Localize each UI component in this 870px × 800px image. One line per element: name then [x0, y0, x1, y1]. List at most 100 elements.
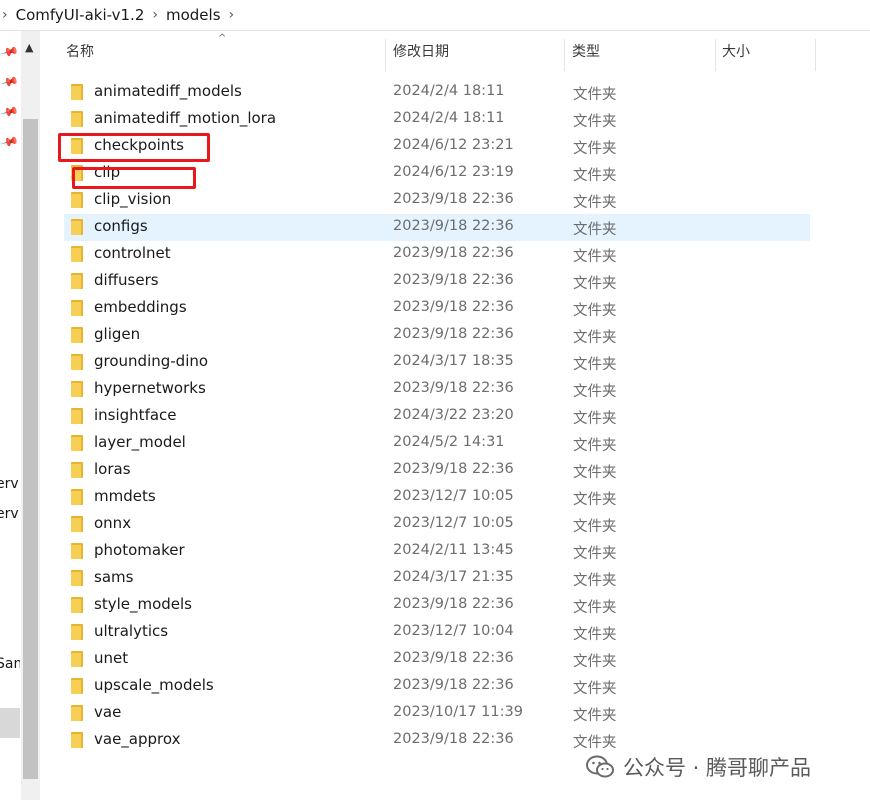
pin-icon[interactable]: 📌	[0, 72, 19, 92]
breadcrumb-item-comfyui[interactable]: ComfyUI-aki-v1.2	[14, 6, 147, 24]
table-row[interactable]: upscale_models 2023/9/18 22:36 文件夹	[40, 673, 870, 700]
folder-icon	[71, 732, 83, 748]
column-divider[interactable]	[385, 39, 386, 71]
column-divider[interactable]	[564, 39, 565, 71]
folder-icon	[71, 273, 83, 289]
row-date: 2024/5/2 14:31	[393, 434, 505, 450]
column-name[interactable]: 名称	[66, 31, 94, 71]
table-row[interactable]: vae 2023/10/17 11:39 文件夹	[40, 700, 870, 727]
table-row[interactable]: sams 2024/3/17 21:35 文件夹	[40, 565, 870, 592]
row-type: 文件夹	[573, 519, 617, 535]
chevron-right-icon[interactable]: ›	[152, 7, 158, 23]
scroll-up-arrow-icon[interactable]: ▲	[25, 41, 33, 54]
highlight-box-clip	[72, 167, 196, 189]
table-row[interactable]: animatediff_models 2024/2/4 18:11 文件夹	[40, 79, 870, 106]
row-name[interactable]: diffusers	[94, 271, 159, 289]
folder-icon	[71, 651, 83, 667]
row-name[interactable]: animatediff_motion_lora	[94, 109, 276, 127]
row-type: 文件夹	[573, 465, 617, 481]
row-date: 2024/6/12 23:19	[393, 164, 514, 180]
table-row[interactable]: ultralytics 2023/12/7 10:04 文件夹	[40, 619, 870, 646]
row-name[interactable]: upscale_models	[94, 676, 214, 694]
row-type: 文件夹	[573, 627, 617, 643]
table-row[interactable]: style_models 2023/9/18 22:36 文件夹	[40, 592, 870, 619]
table-row[interactable]: configs 2023/9/18 22:36 文件夹	[40, 214, 870, 241]
row-type: 文件夹	[573, 438, 617, 454]
chevron-right-icon[interactable]: ›	[2, 7, 8, 23]
row-name[interactable]: sams	[94, 568, 133, 586]
folder-icon	[71, 246, 83, 262]
row-name[interactable]: ultralytics	[94, 622, 168, 640]
row-date: 2024/2/11 13:45	[393, 542, 514, 558]
row-date: 2024/3/22 23:20	[393, 407, 514, 423]
vertical-scrollbar[interactable]: ▲	[21, 31, 40, 800]
table-row[interactable]: grounding-dino 2024/3/17 18:35 文件夹	[40, 349, 870, 376]
row-date: 2024/2/4 18:11	[393, 83, 505, 99]
table-row[interactable]: animatediff_motion_lora 2024/2/4 18:11 文件夹	[40, 106, 870, 133]
row-type: 文件夹	[573, 492, 617, 508]
chevron-right-icon[interactable]: ›	[229, 7, 235, 23]
folder-icon	[71, 354, 83, 370]
pin-icon[interactable]: 📌	[0, 102, 19, 122]
nav-item-label[interactable]: erv	[0, 506, 19, 522]
row-name[interactable]: unet	[94, 649, 128, 667]
row-name[interactable]: mmdets	[94, 487, 156, 505]
table-row[interactable]: hypernetworks 2023/9/18 22:36 文件夹	[40, 376, 870, 403]
row-type: 文件夹	[573, 303, 617, 319]
row-name[interactable]: onnx	[94, 514, 131, 532]
nav-selected-item[interactable]	[0, 708, 20, 738]
row-name[interactable]: embeddings	[94, 298, 187, 316]
table-row[interactable]: insightface 2024/3/22 23:20 文件夹	[40, 403, 870, 430]
folder-icon	[71, 624, 83, 640]
nav-item-label[interactable]: Sam	[0, 656, 20, 672]
folder-icon	[71, 516, 83, 532]
row-date: 2023/9/18 22:36	[393, 650, 514, 666]
row-name[interactable]: vae_approx	[94, 730, 180, 748]
folder-icon	[71, 408, 83, 424]
column-date[interactable]: 修改日期	[393, 31, 449, 71]
row-name[interactable]: insightface	[94, 406, 177, 424]
row-name[interactable]: loras	[94, 460, 131, 478]
table-row[interactable]: onnx 2023/12/7 10:05 文件夹	[40, 511, 870, 538]
table-row[interactable]: diffusers 2023/9/18 22:36 文件夹	[40, 268, 870, 295]
pin-icon[interactable]: 📌	[0, 42, 19, 62]
table-row[interactable]: layer_model 2024/5/2 14:31 文件夹	[40, 430, 870, 457]
breadcrumb-item-models[interactable]: models	[164, 6, 223, 24]
row-name[interactable]: style_models	[94, 595, 192, 613]
row-type: 文件夹	[573, 330, 617, 346]
row-date: 2023/12/7 10:04	[393, 623, 514, 639]
row-date: 2024/2/4 18:11	[393, 110, 505, 126]
column-divider[interactable]	[815, 39, 816, 71]
row-name[interactable]: animatediff_models	[94, 82, 242, 100]
folder-icon	[71, 705, 83, 721]
column-size[interactable]: 大小	[722, 31, 750, 71]
table-row[interactable]: mmdets 2023/12/7 10:05 文件夹	[40, 484, 870, 511]
pin-icon[interactable]: 📌	[0, 132, 19, 152]
row-name[interactable]: vae	[94, 703, 121, 721]
row-name[interactable]: hypernetworks	[94, 379, 206, 397]
row-date: 2024/3/17 21:35	[393, 569, 514, 585]
nav-item-label[interactable]: erv	[0, 476, 19, 492]
table-row[interactable]: loras 2023/9/18 22:36 文件夹	[40, 457, 870, 484]
table-row[interactable]: gligen 2023/9/18 22:36 文件夹	[40, 322, 870, 349]
table-row[interactable]: clip_vision 2023/9/18 22:36 文件夹	[40, 187, 870, 214]
row-name[interactable]: gligen	[94, 325, 140, 343]
table-row[interactable]: photomaker 2024/2/11 13:45 文件夹	[40, 538, 870, 565]
row-name[interactable]: configs	[94, 217, 148, 235]
folder-icon	[71, 327, 83, 343]
sort-ascending-icon: ^	[218, 33, 227, 44]
column-type[interactable]: 类型	[572, 31, 600, 71]
row-type: 文件夹	[573, 546, 617, 562]
column-divider[interactable]	[715, 39, 716, 71]
table-row[interactable]: unet 2023/9/18 22:36 文件夹	[40, 646, 870, 673]
row-name[interactable]: controlnet	[94, 244, 171, 262]
row-type: 文件夹	[573, 87, 617, 103]
table-row[interactable]: embeddings 2023/9/18 22:36 文件夹	[40, 295, 870, 322]
folder-icon	[71, 597, 83, 613]
row-name[interactable]: photomaker	[94, 541, 185, 559]
table-row[interactable]: controlnet 2023/9/18 22:36 文件夹	[40, 241, 870, 268]
row-name[interactable]: clip_vision	[94, 190, 171, 208]
scrollbar-thumb[interactable]	[23, 119, 38, 779]
row-name[interactable]: grounding-dino	[94, 352, 208, 370]
row-name[interactable]: layer_model	[94, 433, 186, 451]
